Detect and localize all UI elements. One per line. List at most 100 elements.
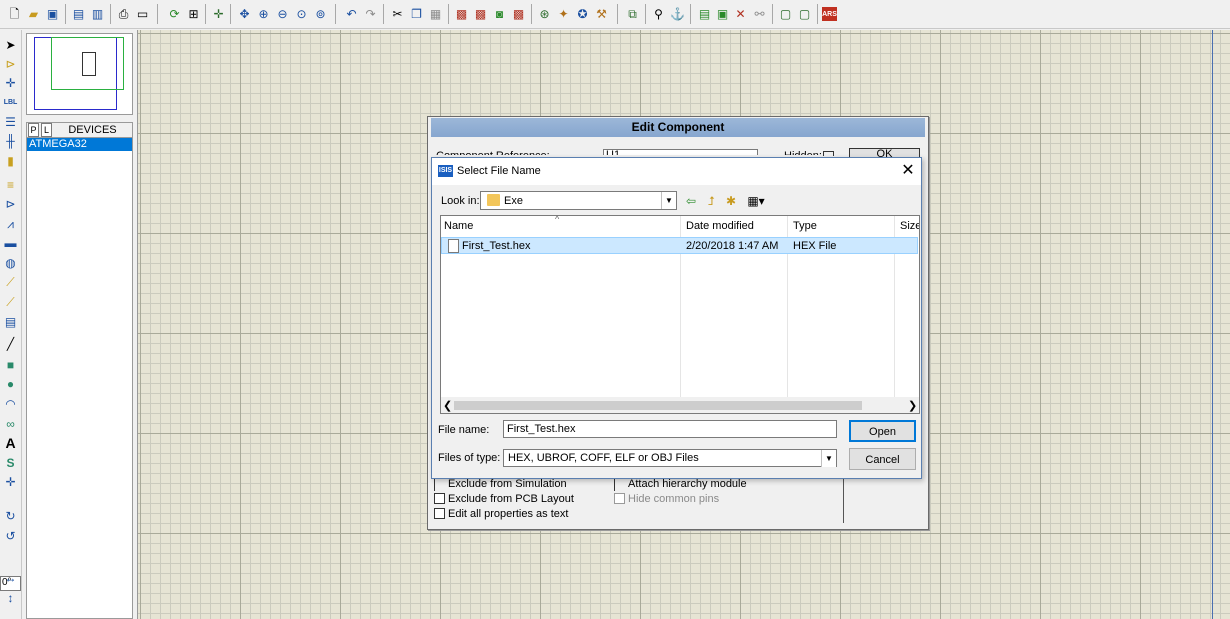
back-icon[interactable]: ⇦ [683, 193, 699, 209]
import-section-icon[interactable]: ▤ [70, 5, 87, 22]
arc-icon[interactable]: ◠ [2, 395, 19, 412]
remove-sheet-icon[interactable]: ▣ [714, 5, 731, 22]
column-header-type[interactable]: Type [793, 220, 817, 232]
selection-mode-icon[interactable]: ➤ [2, 36, 19, 53]
device-pins-icon[interactable]: ⊳ [2, 195, 19, 212]
symbol-icon[interactable]: S [2, 454, 19, 471]
group-divider [843, 479, 844, 523]
new-file-icon[interactable]: 🗋 [6, 5, 23, 22]
search-tag-icon[interactable]: ⚲ [650, 5, 667, 22]
print-icon[interactable]: ⎙ [115, 5, 132, 22]
wire-label-icon[interactable]: LBL [2, 94, 19, 111]
property-tool-icon[interactable]: ⚓ [669, 5, 686, 22]
zoom-out-icon[interactable]: ⊖ [274, 5, 291, 22]
toolbar-separator [230, 4, 231, 24]
text-icon[interactable]: A [2, 434, 19, 451]
cancel-button[interactable]: Cancel [849, 448, 916, 470]
closed-path-icon[interactable]: ∞ [2, 415, 19, 432]
packaging-tool-icon[interactable]: ✪ [574, 5, 591, 22]
hidden-checkbox[interactable] [823, 151, 834, 156]
zoom-area-icon[interactable]: ⊚ [312, 5, 329, 22]
column-header-name[interactable]: Name [444, 220, 473, 232]
toolbar-separator [645, 4, 646, 24]
rotate-cw-icon[interactable]: ↻ [2, 507, 19, 524]
make-device-icon[interactable]: ✦ [555, 5, 572, 22]
virtual-instruments-icon[interactable]: ▤ [2, 313, 19, 330]
copy-icon[interactable]: ❐ [408, 5, 425, 22]
hide-common-pins-checkbox[interactable] [614, 493, 625, 504]
save-icon[interactable]: ▣ [44, 5, 61, 22]
refresh-icon[interactable]: ⟳ [166, 5, 183, 22]
chevron-down-icon[interactable]: ▼ [661, 192, 676, 209]
tape-recorder-icon[interactable]: ▬ [2, 234, 19, 251]
table-row[interactable]: First_Test.hex 2/20/2018 1:47 AM HEX Fil… [441, 237, 918, 254]
undo-icon[interactable]: ↶ [343, 5, 360, 22]
cut-icon[interactable]: ✂ [389, 5, 406, 22]
pan-icon[interactable]: ✥ [236, 5, 253, 22]
overview-window[interactable] [26, 33, 133, 115]
close-icon[interactable]: ✕ [898, 161, 918, 181]
view-bom-icon[interactable]: ⚯ [751, 5, 768, 22]
view-menu-icon[interactable]: ▦▾ [744, 193, 768, 209]
scroll-left-icon[interactable]: ❮ [443, 399, 452, 412]
scroll-right-icon[interactable]: ❯ [908, 399, 917, 412]
new-sheet-icon[interactable]: ▤ [696, 5, 713, 22]
voltage-probe-icon[interactable]: ⟋ [2, 273, 19, 290]
line-icon[interactable]: ╱ [2, 335, 19, 352]
look-in-dropdown[interactable]: Exe ▼ [480, 191, 677, 210]
up-folder-icon[interactable]: ⮥ [703, 193, 719, 209]
current-probe-icon[interactable]: ⟋ [2, 293, 19, 310]
file-name-input[interactable]: First_Test.hex [503, 420, 837, 438]
block-copy-icon[interactable]: ▩ [453, 5, 470, 22]
redo-icon[interactable]: ↷ [362, 5, 379, 22]
export-section-icon[interactable]: ▥ [89, 5, 106, 22]
view-netlist-icon[interactable]: ▢ [796, 5, 813, 22]
grid-toggle-icon[interactable]: ⊞ [185, 5, 202, 22]
netlist-to-ares-icon[interactable]: ARS [822, 7, 837, 21]
mirror-y-icon[interactable]: ↕ [2, 589, 19, 606]
edit-all-properties-checkbox[interactable] [434, 508, 445, 519]
component-reference-input[interactable]: U1 [603, 149, 758, 155]
ok-button[interactable]: OK [849, 148, 920, 157]
chevron-down-icon[interactable]: ▼ [821, 450, 836, 467]
decompose-icon[interactable]: ⚒ [593, 5, 610, 22]
component-mode-icon[interactable]: ⊳ [2, 55, 19, 72]
generator-icon[interactable]: ◍ [2, 254, 19, 271]
exit-parent-icon[interactable]: ✕ [732, 5, 749, 22]
wire-autorouter-icon[interactable]: ⧉ [624, 5, 641, 22]
pick-device-icon[interactable]: ⊛ [536, 5, 553, 22]
column-header-size[interactable]: Size [900, 220, 919, 232]
zoom-in-icon[interactable]: ⊕ [255, 5, 272, 22]
graph-icon[interactable]: ⩘ [2, 215, 19, 232]
file-list[interactable]: ^ Name Date modified Type Size First_Tes… [440, 215, 920, 414]
mirror-x-icon[interactable]: ↔ [2, 569, 19, 586]
scrollbar-thumb[interactable] [454, 401, 862, 410]
subcircuit-icon[interactable]: ▮ [2, 152, 19, 169]
block-move-icon[interactable]: ▩ [472, 5, 489, 22]
horizontal-scrollbar[interactable]: ❮ ❯ [441, 397, 919, 413]
column-header-date[interactable]: Date modified [686, 220, 754, 232]
exclude-from-pcb-checkbox[interactable] [434, 493, 445, 504]
rotate-ccw-icon[interactable]: ↺ [2, 527, 19, 544]
paste-icon[interactable]: ▦ [427, 5, 444, 22]
marker-icon[interactable]: ✛ [2, 473, 19, 490]
box-icon[interactable]: ■ [2, 356, 19, 373]
electrical-rules-icon[interactable]: ▢ [777, 5, 794, 22]
text-script-icon[interactable]: ☰ [2, 113, 19, 130]
device-list-item[interactable]: ATMEGA32 [27, 138, 132, 151]
block-rotate-icon[interactable]: ◙ [491, 5, 508, 22]
zoom-all-icon[interactable]: ⊙ [293, 5, 310, 22]
new-folder-icon[interactable]: ✱ [723, 193, 739, 209]
file-type-dropdown[interactable]: HEX, UBROF, COFF, ELF or OBJ Files ▼ [503, 449, 837, 467]
pick-from-libraries-button[interactable]: P [28, 123, 39, 137]
circle-icon[interactable]: ● [2, 375, 19, 392]
buses-icon[interactable]: ╫ [2, 132, 19, 149]
junction-dot-icon[interactable]: ✛ [2, 74, 19, 91]
block-delete-icon[interactable]: ▩ [510, 5, 527, 22]
terminals-icon[interactable]: ≡ [2, 176, 19, 193]
open-folder-icon[interactable]: ▰ [25, 5, 42, 22]
library-manager-button[interactable]: L [41, 123, 52, 137]
print-area-icon[interactable]: ▭ [134, 5, 151, 22]
open-button[interactable]: Open [849, 420, 916, 442]
origin-icon[interactable]: ✛ [210, 5, 227, 22]
